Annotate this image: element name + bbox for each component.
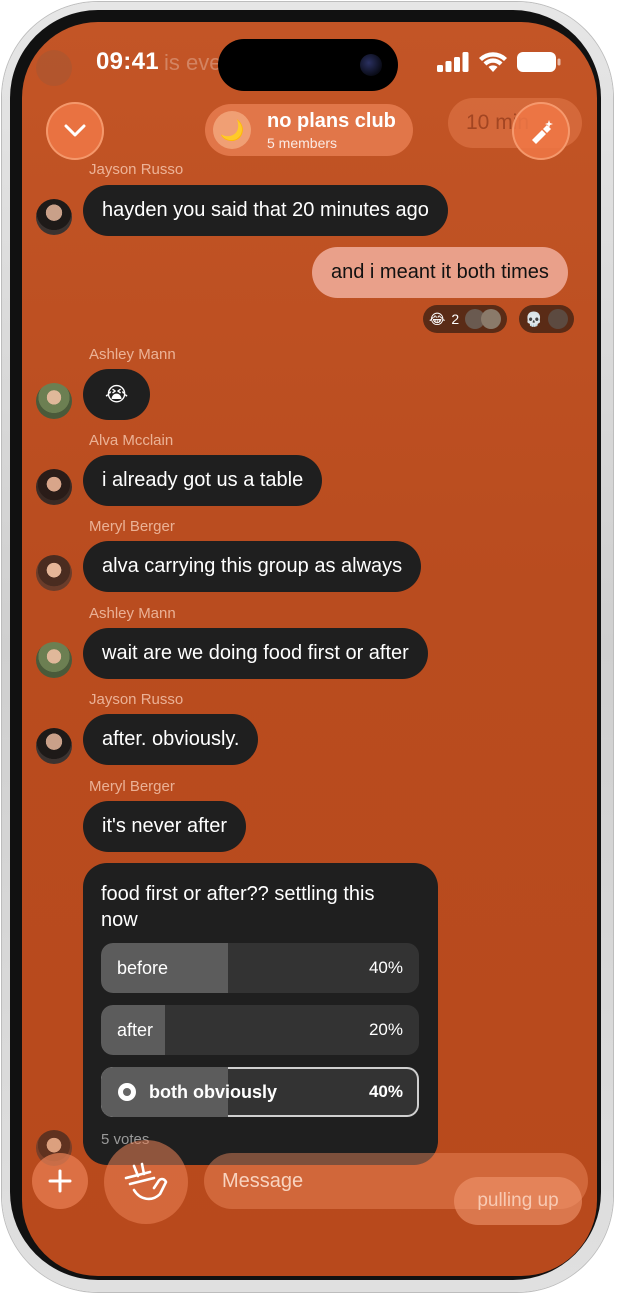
wifi-icon bbox=[479, 52, 507, 72]
group-header[interactable]: 🌙 no plans club 5 members bbox=[205, 104, 413, 156]
message-bubble[interactable]: it's never after bbox=[83, 801, 246, 852]
sender-name: Ashley Mann bbox=[89, 346, 176, 363]
poll-option-label: after bbox=[117, 1020, 154, 1040]
ghost-avatar bbox=[36, 50, 72, 86]
avatar bbox=[548, 309, 569, 329]
avatar bbox=[481, 309, 502, 329]
message-placeholder: Message bbox=[222, 1169, 304, 1192]
ghost-preview-text: is eve bbox=[164, 50, 222, 75]
battery-icon bbox=[517, 52, 561, 72]
poll-card: food first or after?? settling this now … bbox=[83, 863, 438, 1165]
selected-radio-icon bbox=[118, 1083, 136, 1101]
poll-option-percent: 40% bbox=[368, 1082, 403, 1101]
moon-icon: 🌙 bbox=[213, 111, 251, 149]
chevron-down-icon bbox=[64, 124, 86, 137]
sender-name: Ashley Mann bbox=[89, 605, 176, 622]
status-icons bbox=[437, 52, 561, 72]
avatar bbox=[36, 469, 72, 505]
laughing-emoji-icon: 😂 bbox=[429, 310, 446, 327]
chat-screen: is eve 09:41 🌙 no plans club 5 members 1… bbox=[22, 22, 597, 1276]
group-name: no plans club bbox=[267, 109, 396, 132]
message-bubble[interactable]: 😭 bbox=[83, 369, 150, 420]
sender-name: Jayson Russo bbox=[89, 691, 184, 708]
avatar bbox=[36, 642, 72, 678]
status-time: 09:41 bbox=[96, 48, 159, 75]
poll-option-label: before bbox=[117, 958, 169, 978]
message-bubble[interactable]: alva carrying this group as always bbox=[83, 541, 422, 592]
poll-question: food first or after?? settling this now bbox=[101, 883, 375, 931]
reaction-count: 2 bbox=[451, 311, 460, 327]
sender-name: Meryl Berger bbox=[89, 518, 175, 535]
avatar bbox=[36, 728, 72, 764]
skull-emoji-icon: 💀 bbox=[525, 310, 543, 327]
poll-option-percent: 40% bbox=[368, 958, 403, 977]
message-bubble[interactable]: hayden you said that 20 minutes ago bbox=[83, 185, 448, 236]
pulling-up-chip[interactable]: pulling up bbox=[454, 1177, 582, 1225]
sparkle-pen-icon bbox=[532, 120, 553, 144]
waving-hand-icon bbox=[124, 1162, 168, 1201]
back-button[interactable] bbox=[46, 102, 104, 160]
poll-option-after[interactable]: after 20% bbox=[101, 1005, 419, 1055]
add-attachment-button[interactable] bbox=[32, 1153, 88, 1209]
poll-option-label: both obviously bbox=[149, 1082, 277, 1102]
outgoing-message-bubble[interactable]: and i meant it both times bbox=[312, 247, 568, 298]
poll-option-before[interactable]: before 40% bbox=[101, 943, 419, 993]
sender-name: Meryl Berger bbox=[89, 778, 175, 795]
sender-name: Alva Mcclain bbox=[89, 432, 174, 449]
sender-name: Jayson Russo bbox=[89, 161, 184, 178]
message-bubble[interactable]: after. obviously. bbox=[83, 714, 259, 765]
reaction-laugh[interactable]: 😂 2 bbox=[423, 305, 508, 333]
message-bubble[interactable]: wait are we doing food first or after bbox=[83, 628, 428, 679]
camera-icon bbox=[360, 54, 382, 76]
avatar bbox=[36, 199, 72, 235]
poll-option-both[interactable]: both obviously 40% bbox=[101, 1067, 419, 1117]
reaction-skull[interactable]: 💀 bbox=[519, 305, 575, 333]
poll-option-percent: 20% bbox=[368, 1020, 403, 1039]
message-bubble[interactable]: i already got us a table bbox=[83, 455, 323, 506]
wave-button[interactable] bbox=[104, 1140, 188, 1224]
avatar bbox=[36, 383, 72, 419]
signal-icon bbox=[437, 52, 469, 72]
avatar bbox=[36, 555, 72, 591]
plus-icon bbox=[48, 1169, 72, 1193]
member-count: 5 members bbox=[267, 134, 338, 151]
pulling-up-text: pulling up bbox=[477, 1190, 559, 1211]
pin-button[interactable] bbox=[512, 102, 570, 160]
dynamic-island bbox=[218, 39, 398, 91]
